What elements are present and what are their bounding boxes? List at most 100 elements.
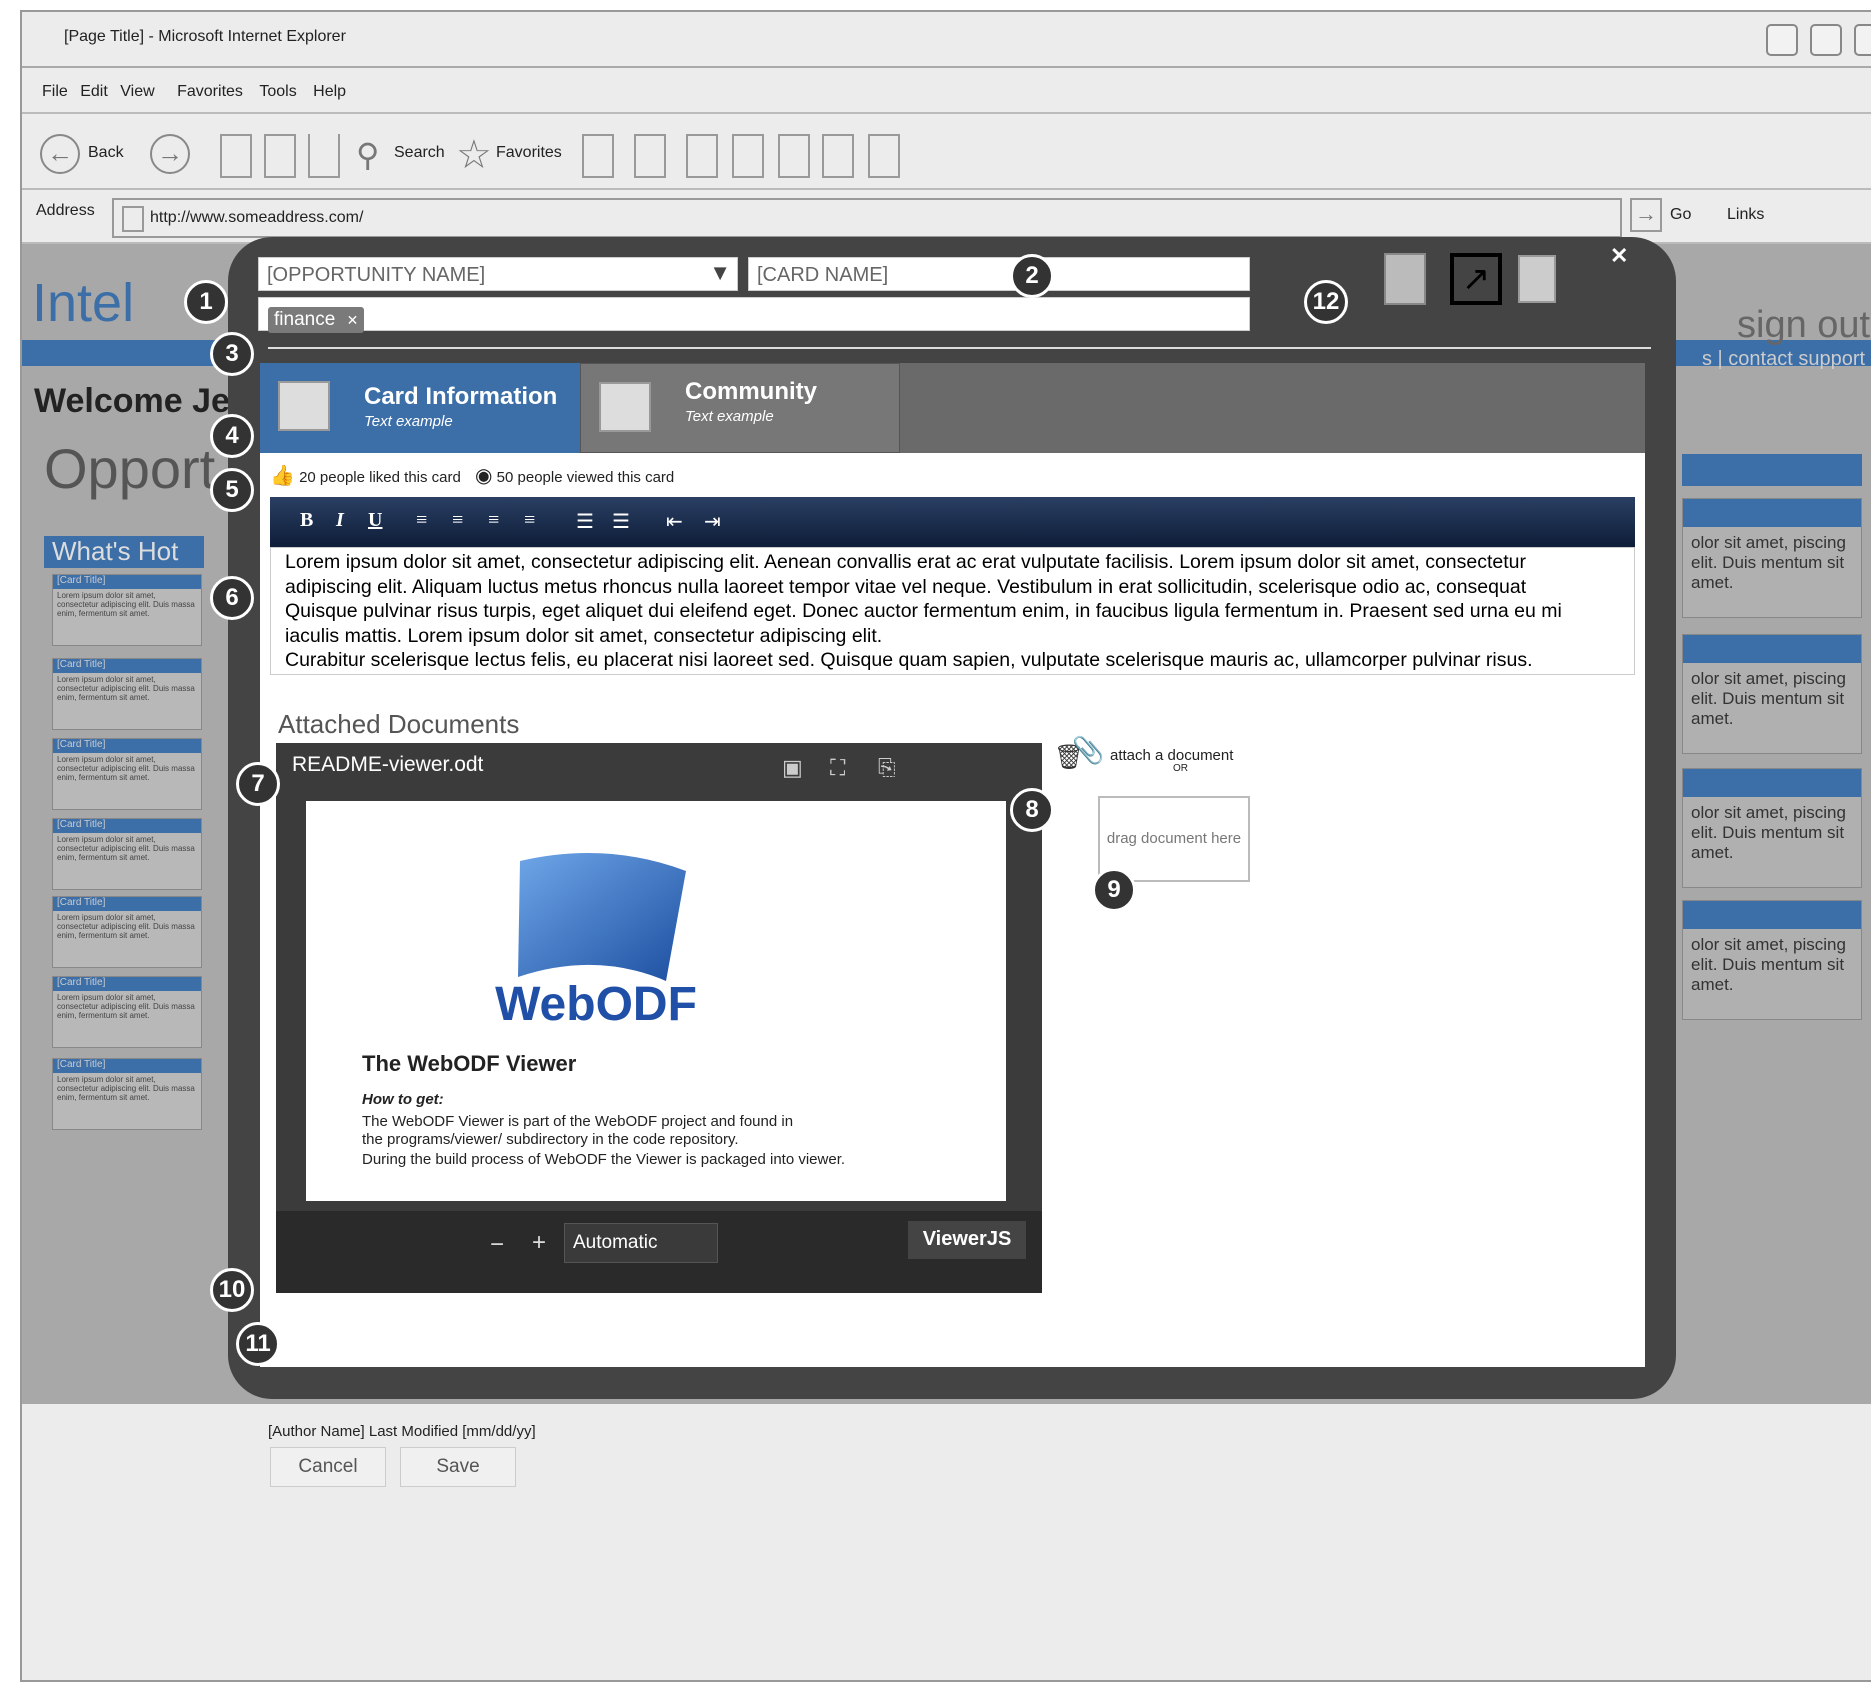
thumbs-up-icon[interactable]: 👍 bbox=[270, 465, 295, 487]
stop-button[interactable] bbox=[220, 134, 252, 178]
bg-card: [Card Title] Lorem ipsum dolor sit amet, … bbox=[52, 658, 202, 730]
search-label[interactable]: Search bbox=[394, 144, 445, 162]
eye-icon: ◉ bbox=[475, 465, 493, 487]
cancel-button[interactable]: Cancel bbox=[270, 1447, 386, 1487]
close-modal-icon[interactable]: ✕ bbox=[1610, 243, 1628, 269]
toolbar: ← Back → ⚲ Search ☆ Favorites bbox=[22, 114, 1871, 190]
tab-community[interactable]: Community Text example bbox=[580, 363, 900, 453]
bold-button[interactable]: B bbox=[300, 509, 313, 532]
toolbar-button[interactable] bbox=[732, 134, 764, 178]
numbered-list-icon[interactable]: ☰ bbox=[612, 509, 630, 534]
tab-title: Card Information bbox=[364, 383, 558, 410]
search-icon[interactable]: ⚲ bbox=[356, 136, 379, 180]
menu-favorites[interactable]: Favorites bbox=[177, 83, 243, 101]
back-label[interactable]: Back bbox=[88, 144, 124, 162]
toolbar-button[interactable] bbox=[582, 134, 614, 178]
toolbar-button[interactable] bbox=[822, 134, 854, 178]
maximize-button[interactable] bbox=[1810, 24, 1842, 56]
menu-bar: File Edit View Favorites Tools Help bbox=[22, 68, 1871, 114]
align-right-icon[interactable]: ≡ bbox=[488, 509, 499, 532]
underline-button[interactable]: U bbox=[368, 509, 382, 532]
document-page: WebODF The WebODF Viewer How to get: The… bbox=[306, 801, 1006, 1201]
views-count: 50 people viewed this card bbox=[496, 469, 675, 486]
whats-hot-header: What's Hot bbox=[44, 536, 204, 568]
toolbar-button[interactable] bbox=[686, 134, 718, 178]
indent-icon[interactable]: ⇥ bbox=[704, 509, 721, 534]
page-icon bbox=[122, 206, 144, 232]
toolbar-button[interactable] bbox=[778, 134, 810, 178]
tab-card-information[interactable]: Card Information Text example bbox=[260, 363, 580, 453]
star-icon[interactable]: ☆ bbox=[456, 132, 492, 177]
callout-11: 11 bbox=[236, 1322, 280, 1366]
window-title: [Page Title] - Microsoft Internet Explor… bbox=[64, 28, 346, 45]
right-card: olor sit amet, piscing elit. Duis mentum… bbox=[1682, 634, 1862, 754]
favorites-label[interactable]: Favorites bbox=[496, 144, 562, 162]
bg-card: [Card Title] Lorem ipsum dolor sit amet, … bbox=[52, 818, 202, 890]
justify-icon[interactable]: ≡ bbox=[524, 509, 535, 532]
callout-6: 6 bbox=[210, 576, 254, 620]
card-name-input[interactable]: [CARD NAME] bbox=[748, 257, 1250, 291]
refresh-button[interactable] bbox=[264, 134, 296, 178]
right-panel-header bbox=[1682, 454, 1862, 486]
remove-tag-icon[interactable]: ✕ bbox=[347, 312, 359, 328]
address-bar: Address http://www.someaddress.com/ → Go… bbox=[22, 190, 1871, 244]
address-field[interactable]: http://www.someaddress.com/ bbox=[112, 198, 1622, 238]
zoom-select[interactable]: Automatic bbox=[564, 1223, 718, 1263]
align-left-icon[interactable]: ≡ bbox=[416, 509, 427, 532]
right-card: olor sit amet, piscing elit. Duis mentum… bbox=[1682, 768, 1862, 888]
save-button[interactable]: Save bbox=[400, 1447, 516, 1487]
bg-card: [Card Title] Lorem ipsum dolor sit amet, … bbox=[52, 976, 202, 1048]
attach-document-link[interactable]: attach a document bbox=[1110, 747, 1233, 764]
copy-icon[interactable] bbox=[1384, 253, 1426, 305]
presentation-icon[interactable]: ▣ bbox=[782, 755, 803, 781]
close-window-button[interactable] bbox=[1854, 24, 1871, 56]
menu-help[interactable]: Help bbox=[313, 83, 346, 101]
menu-tools[interactable]: Tools bbox=[259, 83, 296, 101]
document-viewer: README-viewer.odt ▣ ⛶ ⎘ WebODF The WebOD… bbox=[276, 743, 1042, 1293]
forward-arrow-icon[interactable]: → bbox=[150, 134, 190, 174]
go-arrow-icon[interactable]: → bbox=[1630, 198, 1662, 232]
download-icon[interactable]: ⎘ bbox=[878, 755, 896, 781]
fullscreen-icon[interactable]: ⛶ bbox=[830, 755, 845, 781]
bullet-list-icon[interactable]: ☰ bbox=[576, 509, 594, 534]
toolbar-button[interactable] bbox=[868, 134, 900, 178]
callout-12: 12 bbox=[1304, 280, 1348, 324]
toolbar-button[interactable] bbox=[634, 134, 666, 178]
bg-card: [Card Title] Lorem ipsum dolor sit amet, … bbox=[52, 738, 202, 810]
zoom-out-button[interactable]: − bbox=[490, 1231, 504, 1259]
menu-view[interactable]: View bbox=[120, 83, 154, 101]
tag-input[interactable] bbox=[258, 297, 1250, 331]
opportunity-select[interactable]: [OPPORTUNITY NAME] ▼ bbox=[258, 257, 738, 291]
zoom-in-button[interactable]: + bbox=[532, 1229, 546, 1257]
menu-file[interactable]: File bbox=[42, 83, 68, 101]
contact-support-link[interactable]: s | contact support bbox=[1702, 348, 1865, 371]
links-label[interactable]: Links bbox=[1727, 206, 1764, 224]
outdent-icon[interactable]: ⇤ bbox=[666, 509, 683, 534]
share-icon[interactable]: ↗ bbox=[1450, 253, 1502, 305]
image-placeholder-icon bbox=[599, 382, 651, 432]
tag-chip[interactable]: finance ✕ bbox=[268, 307, 365, 333]
menu-edit[interactable]: Edit bbox=[80, 83, 108, 101]
callout-2: 2 bbox=[1010, 254, 1054, 298]
card-description[interactable]: Lorem ipsum dolor sit amet, consectetur … bbox=[270, 547, 1635, 675]
viewerjs-brand: ViewerJS bbox=[908, 1221, 1026, 1259]
align-center-icon[interactable]: ≡ bbox=[452, 509, 463, 532]
likes-count: 20 people liked this card bbox=[299, 469, 461, 486]
back-arrow-icon[interactable]: ← bbox=[40, 134, 80, 174]
home-icon[interactable] bbox=[308, 134, 340, 178]
italic-button[interactable]: I bbox=[336, 509, 344, 532]
text-line: iaculis mattis. Lorem ipsum dolor sit am… bbox=[285, 624, 883, 647]
minimize-button[interactable] bbox=[1766, 24, 1798, 56]
paperclip-icon: 📎 bbox=[1072, 735, 1105, 765]
callout-5: 5 bbox=[210, 468, 254, 512]
callout-4: 4 bbox=[210, 414, 254, 458]
sign-out-link[interactable]: sign out bbox=[1737, 304, 1870, 347]
text-line: Lorem ipsum dolor sit amet, consectetur … bbox=[285, 551, 1527, 573]
callout-8: 8 bbox=[1010, 788, 1054, 832]
tab-title: Community bbox=[685, 378, 817, 405]
archive-icon[interactable] bbox=[1518, 255, 1556, 303]
callout-9: 9 bbox=[1092, 868, 1136, 912]
callout-3: 3 bbox=[210, 332, 254, 376]
right-card: olor sit amet, piscing elit. Duis mentum… bbox=[1682, 900, 1862, 1020]
go-label[interactable]: Go bbox=[1670, 206, 1691, 224]
